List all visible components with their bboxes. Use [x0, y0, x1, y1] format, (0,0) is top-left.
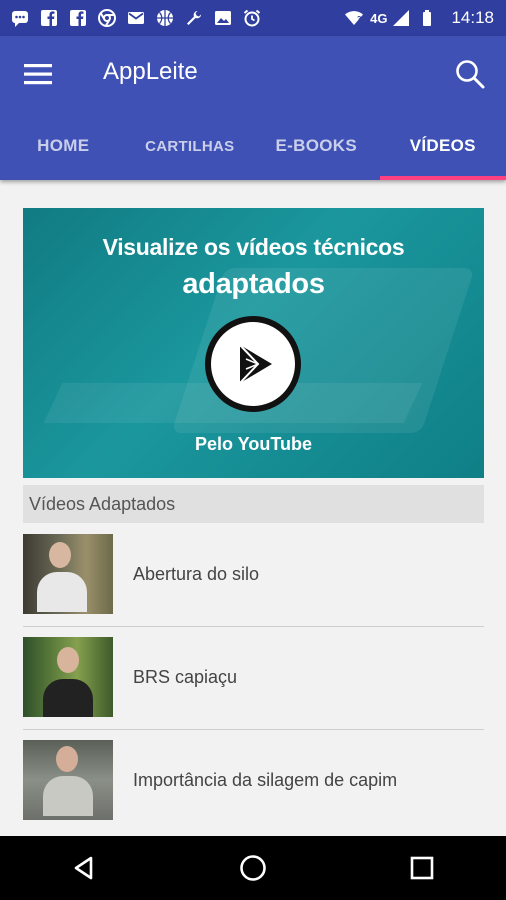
video-thumbnail — [23, 740, 113, 820]
video-title: Importância da silagem de capim — [133, 770, 398, 790]
section-header: Vídeos Adaptados — [23, 485, 484, 523]
app-bar: AppLeite HOME CARTILHAS E-BOOKS VÍDEOS — [0, 36, 506, 180]
status-bar: ? 4G 14:18 — [0, 0, 506, 36]
tab-label: CARTILHAS — [145, 137, 235, 155]
app-title: AppLeite — [103, 58, 198, 85]
image-icon — [213, 8, 233, 28]
chrome-icon — [97, 8, 117, 28]
search-icon — [456, 60, 485, 89]
tab-home[interactable]: HOME — [0, 112, 127, 180]
alarm-icon — [242, 8, 262, 28]
video-list: Abertura do silo BRS capiaçu Importância… — [23, 524, 484, 833]
wrench-icon — [184, 8, 204, 28]
tab-ebooks[interactable]: E-BOOKS — [253, 112, 380, 180]
play-triangle-icon — [239, 344, 272, 384]
tab-videos[interactable]: VÍDEOS — [379, 112, 506, 180]
svg-text:?: ? — [357, 16, 361, 23]
network-type-label: 4G — [370, 10, 388, 26]
clock: 14:18 — [451, 8, 494, 27]
system-navigation-bar — [0, 836, 506, 900]
mail-icon — [126, 8, 146, 28]
battery-icon — [417, 8, 437, 28]
hamburger-menu-icon — [24, 64, 52, 85]
back-icon — [75, 856, 93, 880]
facebook-icon — [68, 8, 88, 28]
basketball-icon — [155, 8, 175, 28]
list-item[interactable]: BRS capiaçu — [23, 627, 484, 730]
toolbar: AppLeite — [0, 36, 506, 112]
home-circle-icon — [240, 855, 266, 881]
tab-bar: HOME CARTILHAS E-BOOKS VÍDEOS — [0, 112, 506, 180]
banner-subtitle: Pelo YouTube — [194, 434, 312, 454]
video-thumbnail — [23, 534, 113, 614]
recents-square-icon — [410, 856, 433, 880]
video-thumbnail — [23, 637, 113, 717]
youtube-banner[interactable]: Visualize os vídeos técnicos adaptados P… — [23, 208, 484, 478]
video-title: BRS capiaçu — [133, 667, 238, 687]
notification-icons — [0, 8, 262, 28]
recents-button[interactable] — [390, 836, 454, 900]
chat-icon — [10, 8, 30, 28]
list-item[interactable]: Abertura do silo — [23, 524, 484, 627]
banner-title-highlight: adaptados — [182, 268, 325, 300]
signal-icon — [391, 8, 411, 28]
menu-button[interactable] — [18, 56, 58, 92]
tab-label: VÍDEOS — [409, 136, 476, 155]
tab-label: E-BOOKS — [275, 136, 357, 155]
home-button[interactable] — [221, 836, 285, 900]
facebook-icon — [39, 8, 59, 28]
wifi-icon: ? — [344, 8, 364, 28]
section-header-label: Vídeos Adaptados — [29, 493, 176, 514]
play-store-icon[interactable] — [205, 316, 301, 412]
tab-label: HOME — [37, 136, 90, 155]
back-button[interactable] — [52, 836, 116, 900]
list-item[interactable]: Importância da silagem de capim — [23, 730, 484, 833]
video-title: Abertura do silo — [133, 564, 260, 584]
tab-cartilhas[interactable]: CARTILHAS — [127, 112, 254, 180]
search-button[interactable] — [450, 54, 490, 94]
banner-title: Visualize os vídeos técnicos — [102, 234, 405, 260]
